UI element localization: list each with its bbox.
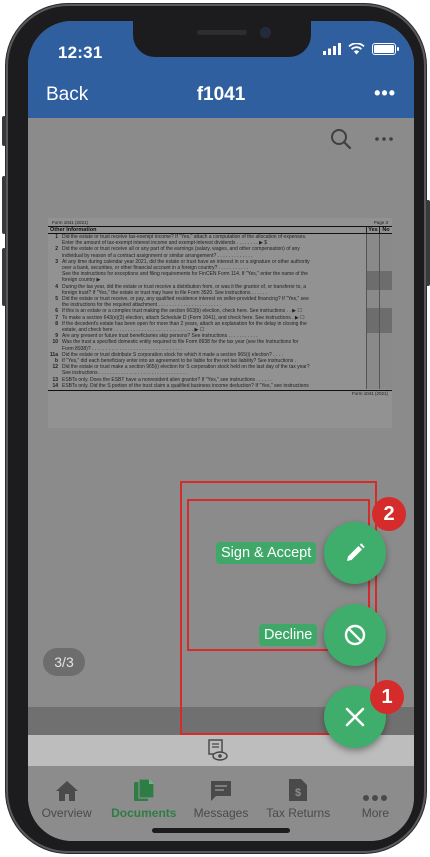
battery-icon (372, 43, 399, 55)
camera (261, 28, 270, 37)
block-icon (344, 624, 366, 646)
speaker (197, 30, 247, 35)
no-column-label: No (379, 227, 392, 233)
section-title: Other Information (50, 227, 97, 233)
form-header: Form 1041 (2021) Page 3 (48, 220, 392, 225)
decline-label[interactable]: Decline (259, 624, 318, 646)
tax-return-icon: $ (289, 779, 308, 801)
pencil-icon (347, 543, 365, 561)
page-indicator: 3/3 (43, 648, 85, 676)
home-icon (55, 781, 78, 801)
page-label: Page 3 (373, 220, 388, 225)
close-icon (345, 707, 365, 727)
question-line: 14 ESBTs only. Did the S portion of the t… (48, 382, 392, 390)
form-footer: Form 1041 (2021) (48, 390, 392, 396)
viewer-toolbar (330, 128, 394, 150)
status-icons (323, 43, 399, 55)
question-number: 14 (52, 382, 58, 389)
search-icon[interactable] (330, 128, 352, 150)
callout-marker-2: 2 (372, 497, 406, 531)
tab-label-tax-returns: Tax Returns (266, 806, 331, 820)
yes-checkbox (366, 382, 379, 390)
page-title: f1041 (196, 84, 246, 105)
notch (133, 21, 311, 57)
tab-label-documents: Documents (111, 806, 177, 820)
no-checkbox (379, 382, 392, 390)
power-button (426, 200, 430, 286)
volume-down-button (2, 248, 6, 306)
tab-label-more: More (361, 806, 390, 820)
wifi-icon (348, 43, 365, 55)
header-more-button[interactable]: ••• (374, 83, 396, 104)
more-horizontal-icon (363, 795, 388, 801)
callout-marker-1: 1 (370, 680, 404, 714)
question-list: 1 Did the estate or trust receive tax-exe… (48, 234, 392, 390)
volume-up-button (2, 176, 6, 234)
tab-label-overview: Overview (41, 806, 92, 820)
yes-column-label: Yes (366, 227, 379, 233)
tab-overview[interactable]: Overview (28, 766, 105, 841)
silent-switch (2, 116, 6, 146)
decline-button[interactable] (324, 604, 386, 666)
more-horizontal-icon[interactable] (374, 136, 394, 142)
documents-icon (133, 778, 155, 801)
home-indicator (152, 828, 290, 833)
status-time: 12:31 (58, 43, 103, 62)
svg-text:$: $ (295, 787, 301, 799)
preview-document-icon[interactable] (208, 739, 228, 761)
question-text: ESBTs only. Did the S portion of the tru… (62, 382, 309, 389)
message-icon (211, 781, 231, 801)
tab-more[interactable]: More (337, 766, 414, 841)
document-page: Form 1041 (2021) Page 3 Other Informatio… (48, 218, 392, 428)
sign-accept-button[interactable] (324, 522, 386, 584)
form-label: Form 1041 (2021) (52, 220, 89, 225)
signal-icon (323, 43, 341, 55)
tab-label-messages: Messages (193, 806, 249, 820)
section-header: Other Information Yes No (48, 226, 392, 234)
sign-accept-label[interactable]: Sign & Accept (216, 542, 317, 564)
